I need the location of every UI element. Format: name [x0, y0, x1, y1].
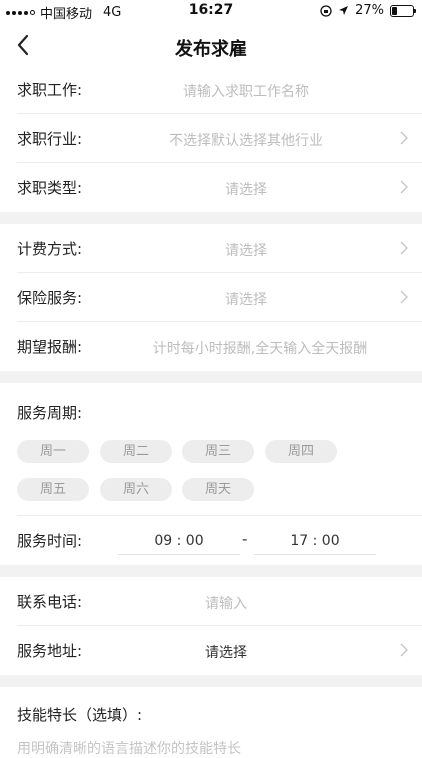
job-type-select[interactable]: 请选择	[120, 179, 372, 199]
section-separator	[0, 565, 422, 577]
day-chip-tue[interactable]: 周二	[100, 440, 172, 463]
chevron-right-icon	[400, 180, 408, 194]
end-time-picker[interactable]: 17 : 00	[254, 528, 376, 555]
job-type-label: 求职类型:	[17, 179, 83, 197]
battery-fill	[392, 6, 397, 15]
section-separator	[0, 212, 422, 224]
chevron-right-icon	[400, 643, 408, 657]
address-row[interactable]: 服务地址: 请选择	[0, 626, 422, 675]
pay-input[interactable]: 计时每小时报酬,全天输入全天报酬	[112, 338, 408, 358]
phone-row[interactable]: 联系电话: 请输入	[0, 577, 422, 626]
service-time-row: 服务时间: 09 : 00 - 17 : 00	[0, 516, 422, 565]
nav-bar: 发布求雇	[0, 22, 422, 70]
phone-input[interactable]: 请输入	[140, 593, 312, 613]
battery-percent: 27%	[355, 3, 384, 18]
day-chip-sat[interactable]: 周六	[100, 478, 172, 501]
phone-label: 联系电话:	[17, 593, 83, 611]
service-period-label: 服务周期:	[17, 404, 83, 422]
industry-label: 求职行业:	[17, 130, 83, 148]
skills-textarea[interactable]: 用明确清晰的语言描述你的技能特长	[17, 738, 241, 758]
section-separator	[0, 371, 422, 383]
section-separator	[0, 675, 422, 687]
page-title: 发布求雇	[175, 39, 247, 60]
job-name-row[interactable]: 求职工作: 请输入求职工作名称	[0, 65, 422, 114]
insurance-row[interactable]: 保险服务: 请选择	[0, 273, 422, 322]
job-name-input[interactable]: 请输入求职工作名称	[120, 81, 372, 101]
day-chip-fri[interactable]: 周五	[17, 478, 89, 501]
industry-row[interactable]: 求职行业: 不选择默认选择其他行业	[0, 114, 422, 163]
insurance-select[interactable]: 请选择	[120, 289, 372, 309]
rotation-lock-icon	[320, 4, 332, 17]
chevron-right-icon	[400, 290, 408, 304]
address-label: 服务地址:	[17, 642, 83, 660]
battery-icon	[390, 4, 416, 17]
address-select[interactable]: 请选择	[130, 642, 322, 662]
service-time-label: 服务时间:	[17, 532, 83, 550]
day-chip-sun[interactable]: 周天	[182, 478, 254, 501]
location-arrow-icon	[339, 6, 349, 15]
time-separator: -	[242, 530, 248, 548]
industry-select[interactable]: 不选择默认选择其他行业	[120, 130, 372, 150]
job-type-row[interactable]: 求职类型: 请选择	[0, 163, 422, 212]
pay-row[interactable]: 期望报酬: 计时每小时报酬,全天输入全天报酬	[0, 322, 422, 371]
status-bar: 中国移动 4G 16:27 27%	[0, 0, 422, 22]
day-chip-mon[interactable]: 周一	[17, 440, 89, 463]
billing-row[interactable]: 计费方式: 请选择	[0, 224, 422, 273]
skills-label: 技能特长（选填）:	[17, 706, 143, 724]
chevron-right-icon	[400, 241, 408, 255]
insurance-label: 保险服务:	[17, 289, 83, 307]
day-chip-thu[interactable]: 周四	[265, 440, 337, 463]
day-chip-wed[interactable]: 周三	[182, 440, 254, 463]
billing-select[interactable]: 请选择	[120, 240, 372, 260]
job-name-label: 求职工作:	[17, 81, 83, 99]
status-right: 27%	[320, 3, 416, 18]
start-time-picker[interactable]: 09 : 00	[118, 528, 240, 555]
billing-label: 计费方式:	[17, 240, 83, 258]
pay-label: 期望报酬:	[17, 338, 83, 356]
chevron-right-icon	[400, 131, 408, 145]
